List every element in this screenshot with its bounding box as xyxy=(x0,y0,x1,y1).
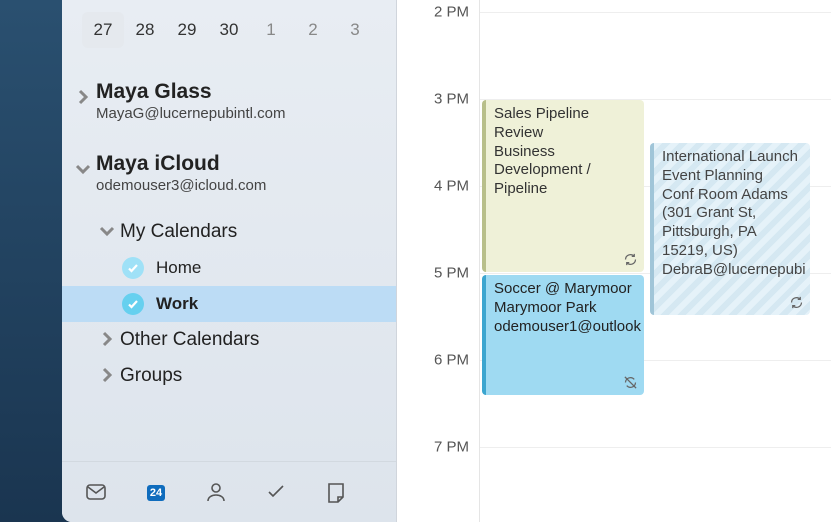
event-area[interactable]: Sales Pipeline Review Business Developme… xyxy=(479,0,831,522)
event-title: International Launch Event Planning xyxy=(662,148,802,186)
account-email: MayaG@lucernepubintl.com xyxy=(96,105,378,122)
calendar-group-label: Groups xyxy=(120,365,182,387)
event-attendee: DebraB@lucernepubi xyxy=(662,261,802,280)
time-label: 3 PM xyxy=(434,91,469,108)
notes-icon[interactable] xyxy=(322,478,350,506)
calendar-group-header-my-calendars[interactable]: My Calendars xyxy=(62,214,396,250)
chevron-down-icon[interactable] xyxy=(74,160,92,178)
sync-icon xyxy=(789,295,804,310)
calendar-group-label: My Calendars xyxy=(120,221,237,243)
event-location: Marymoor Park xyxy=(494,299,636,318)
hour-line xyxy=(480,12,831,13)
time-label: 2 PM xyxy=(434,4,469,21)
time-label: 4 PM xyxy=(434,178,469,195)
account-info: Maya Glass MayaG@lucernepubintl.com xyxy=(92,80,378,122)
mini-day[interactable]: 27 xyxy=(82,12,124,48)
mini-day[interactable]: 2 xyxy=(292,12,334,48)
calendar-app-window: 27 28 29 30 1 2 3 Maya Glass MayaG@lucer… xyxy=(62,0,831,522)
mini-calendar-week: 27 28 29 30 1 2 3 xyxy=(62,0,396,66)
event-title: Soccer @ Marymoor xyxy=(494,280,636,299)
calendar-group-header-groups[interactable]: Groups xyxy=(62,358,396,394)
sidebar: 27 28 29 30 1 2 3 Maya Glass MayaG@lucer… xyxy=(62,0,397,522)
tasks-icon[interactable] xyxy=(262,478,290,506)
time-label: 7 PM xyxy=(434,439,469,456)
account-name: Maya iCloud xyxy=(96,152,378,176)
calendar-day-view[interactable]: 2 PM 3 PM 4 PM 5 PM 6 PM 7 PM Sales Pipe… xyxy=(397,0,831,522)
calendar-check-icon[interactable] xyxy=(122,293,144,315)
chevron-right-icon xyxy=(98,366,116,387)
calendar-label: Work xyxy=(156,294,198,314)
chevron-right-icon xyxy=(98,330,116,351)
account-row[interactable]: Maya Glass MayaG@lucernepubintl.com xyxy=(62,74,396,128)
calendar-icon-badge: 24 xyxy=(142,487,170,499)
calendar-item-home[interactable]: Home xyxy=(62,250,396,286)
event-soccer[interactable]: Soccer @ Marymoor Marymoor Park odemouse… xyxy=(482,275,644,395)
time-gutter: 2 PM 3 PM 4 PM 5 PM 6 PM 7 PM xyxy=(397,0,479,522)
no-sync-icon xyxy=(623,375,638,390)
mini-day[interactable]: 28 xyxy=(124,12,166,48)
mail-icon[interactable] xyxy=(82,478,110,506)
people-icon[interactable] xyxy=(202,478,230,506)
mini-day[interactable]: 1 xyxy=(250,12,292,48)
calendar-group: My Calendars Home Work xyxy=(62,214,396,394)
calendar-group-label: Other Calendars xyxy=(120,329,259,351)
account-list: Maya Glass MayaG@lucernepubintl.com Maya… xyxy=(62,66,396,461)
sync-icon xyxy=(623,252,638,267)
calendar-item-work[interactable]: Work xyxy=(62,286,396,322)
event-title: Sales Pipeline Review xyxy=(494,105,636,143)
event-subtitle: Business Development / Pipeline xyxy=(494,143,636,199)
hour-line xyxy=(480,447,831,448)
time-label: 6 PM xyxy=(434,352,469,369)
time-label: 5 PM xyxy=(434,265,469,282)
mini-day[interactable]: 30 xyxy=(208,12,250,48)
event-attendee: odemouser1@outlook xyxy=(494,318,636,337)
event-sales-pipeline[interactable]: Sales Pipeline Review Business Developme… xyxy=(482,100,644,272)
account-row[interactable]: Maya iCloud odemouser3@icloud.com xyxy=(62,146,396,200)
chevron-down-icon xyxy=(98,222,116,243)
calendar-label: Home xyxy=(156,258,201,278)
event-location: Conf Room Adams (301 Grant St, Pittsburg… xyxy=(662,186,802,261)
mini-day[interactable]: 29 xyxy=(166,12,208,48)
calendar-icon[interactable]: 24 xyxy=(142,478,170,506)
account-info: Maya iCloud odemouser3@icloud.com xyxy=(92,152,378,194)
account-email: odemouser3@icloud.com xyxy=(96,177,378,194)
account-name: Maya Glass xyxy=(96,80,378,104)
mini-day[interactable]: 3 xyxy=(334,12,376,48)
bottom-nav: 24 xyxy=(62,461,396,522)
calendar-check-icon[interactable] xyxy=(122,257,144,279)
event-launch-planning[interactable]: International Launch Event Planning Conf… xyxy=(650,143,810,315)
chevron-right-icon[interactable] xyxy=(74,88,92,106)
calendar-group-header-other[interactable]: Other Calendars xyxy=(62,322,396,358)
